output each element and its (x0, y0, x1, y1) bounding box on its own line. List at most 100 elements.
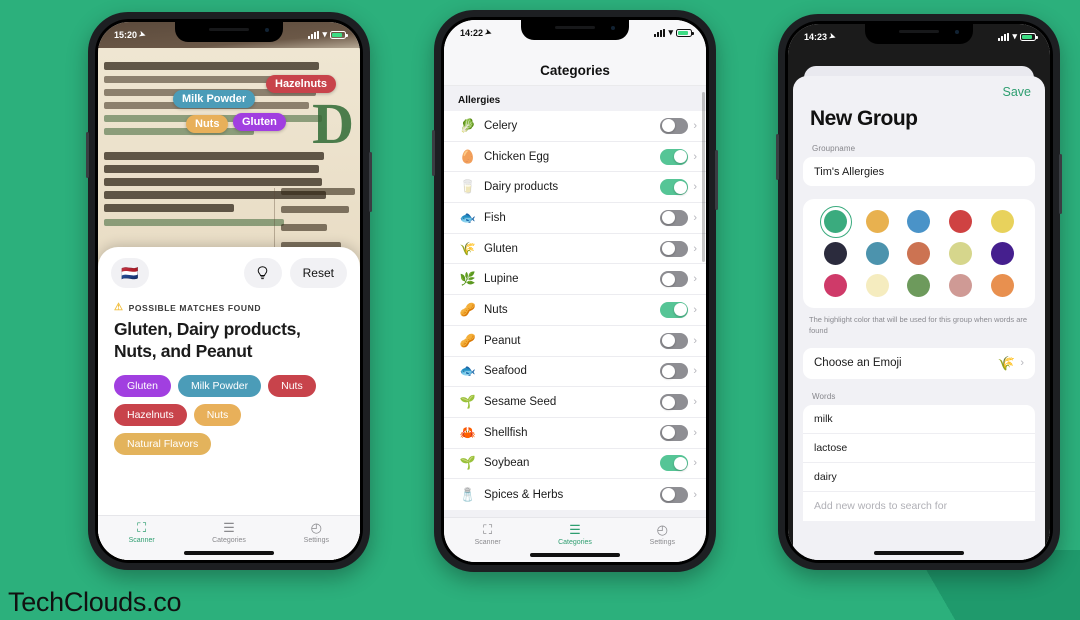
color-swatch[interactable] (819, 205, 852, 238)
chevron-right-icon[interactable]: › (693, 120, 697, 132)
table-row[interactable]: 🌱 Sesame Seed › (444, 387, 706, 418)
table-row[interactable]: 🐟 Fish › (444, 203, 706, 234)
color-swatch[interactable] (865, 242, 889, 265)
notch (865, 24, 973, 44)
match-chip[interactable]: Nuts (268, 374, 316, 397)
chevron-right-icon[interactable]: › (693, 427, 697, 439)
category-toggle[interactable] (660, 424, 689, 441)
scan-icon: ⛶ (483, 522, 493, 537)
category-toggle[interactable] (660, 148, 689, 165)
color-swatch[interactable] (865, 274, 889, 297)
screen-new-group: Save New Group Groupname Tim's Allergies (788, 24, 1050, 560)
table-row[interactable]: 🧂 Spices & Herbs › (444, 479, 706, 510)
lightbulb-icon[interactable] (243, 258, 282, 288)
gear-icon: ◴ (310, 520, 322, 535)
category-toggle[interactable] (660, 240, 689, 257)
table-row[interactable]: 🥛 Dairy products › (444, 172, 706, 204)
color-swatch[interactable] (824, 274, 848, 297)
tab-settings[interactable]: ◴ Settings (273, 520, 360, 545)
color-swatch[interactable] (990, 242, 1014, 265)
category-toggle[interactable] (660, 301, 689, 318)
tab-settings[interactable]: ◴ Settings (619, 523, 706, 547)
table-row[interactable]: 🥜 Nuts › (444, 295, 706, 326)
match-chip[interactable]: Nuts (193, 403, 242, 426)
status-indicators: ▾ (998, 32, 1038, 41)
save-button[interactable]: Save (1003, 85, 1032, 99)
cellular-signal-icon (654, 28, 666, 37)
chevron-right-icon[interactable]: › (693, 489, 697, 501)
chevron-right-icon[interactable]: › (693, 304, 697, 316)
word-row[interactable]: lactose (803, 434, 1035, 463)
status-indicators: ▾ (308, 30, 348, 39)
location-arrow-icon: ➤ (827, 31, 837, 42)
color-swatch[interactable] (907, 210, 931, 233)
table-row[interactable]: 🌿 Lupine › (444, 264, 706, 296)
tab-scanner[interactable]: ⛶ Scanner (98, 521, 185, 545)
netherlands-flag-icon[interactable]: 🇳🇱 (111, 258, 149, 288)
watermark: TechClouds.co (8, 587, 182, 617)
table-row[interactable]: 🥬 Celery › (444, 111, 706, 142)
overlay-tag-gluten[interactable]: Gluten (233, 113, 286, 131)
color-swatch[interactable] (865, 210, 889, 233)
chevron-right-icon[interactable]: › (1020, 357, 1024, 369)
color-swatch[interactable] (824, 242, 848, 265)
add-word-input[interactable]: Add new words to search for (803, 492, 1035, 521)
chevron-right-icon[interactable]: › (693, 151, 697, 163)
table-row[interactable]: 🐟 Seafood › (444, 357, 706, 388)
categories-list[interactable]: Allergies 🥬 Celery › 🥚 Chicken Egg › 🥛 Dairy … (444, 86, 706, 517)
tab-categories[interactable]: ☰ Categories (185, 521, 272, 545)
chevron-right-icon[interactable]: › (693, 273, 697, 285)
table-row[interactable]: 🌱 Soybean › (444, 449, 706, 480)
category-toggle[interactable] (660, 117, 689, 134)
home-indicator (184, 551, 274, 555)
color-swatch[interactable] (990, 210, 1014, 233)
category-toggle[interactable] (660, 209, 689, 226)
category-name: Celery (484, 119, 518, 132)
match-chip[interactable]: Gluten (114, 374, 171, 397)
word-row[interactable]: milk (803, 405, 1035, 434)
groupname-input[interactable]: Tim's Allergies (803, 157, 1035, 186)
category-toggle[interactable] (660, 271, 689, 288)
page-title: New Group (810, 107, 918, 130)
chevron-right-icon[interactable]: › (693, 181, 697, 193)
color-swatch[interactable] (949, 242, 973, 265)
scanner-controls: 🇳🇱 Reset (98, 247, 360, 292)
brand-letter: D (312, 91, 354, 156)
category-emoji: 🧂 (459, 486, 477, 502)
table-row[interactable]: 🥚 Chicken Egg › (444, 142, 706, 173)
chevron-right-icon[interactable]: › (693, 335, 697, 347)
tab-categories[interactable]: ☰ Categories (531, 523, 618, 547)
scrollbar[interactable] (702, 92, 705, 262)
choose-emoji-row[interactable]: Choose an Emoji 🌾 › (803, 347, 1035, 379)
chevron-right-icon[interactable]: › (693, 457, 697, 469)
color-swatch[interactable] (990, 274, 1014, 297)
match-chip[interactable]: Hazelnuts (114, 403, 187, 426)
table-row[interactable]: 🦀 Shellfish › (444, 418, 706, 449)
match-chip[interactable]: Milk Powder (177, 374, 262, 397)
category-toggle[interactable] (660, 332, 689, 349)
reset-button[interactable]: Reset (289, 258, 347, 288)
chevron-right-icon[interactable]: › (693, 396, 697, 408)
match-chip[interactable]: Natural Flavors (114, 432, 212, 455)
color-swatch[interactable] (949, 274, 973, 297)
word-row[interactable]: dairy (803, 463, 1035, 492)
chevron-right-icon[interactable]: › (693, 365, 697, 377)
category-toggle[interactable] (660, 363, 689, 380)
tab-scanner[interactable]: ⛶ Scanner (444, 522, 531, 547)
category-emoji: 🦀 (459, 424, 477, 440)
overlay-tag-hazelnuts[interactable]: Hazelnuts (266, 75, 336, 93)
category-toggle[interactable] (660, 486, 689, 503)
overlay-tag-nuts[interactable]: Nuts (186, 115, 229, 133)
category-toggle[interactable] (660, 394, 689, 411)
chevron-right-icon[interactable]: › (693, 212, 697, 224)
color-swatch[interactable] (907, 274, 931, 297)
category-toggle[interactable] (660, 179, 689, 196)
overlay-tag-milk-powder[interactable]: Milk Powder (173, 90, 256, 108)
category-toggle[interactable] (660, 455, 689, 472)
color-swatch[interactable] (949, 210, 973, 233)
category-name: Seafood (484, 365, 527, 378)
table-row[interactable]: 🌾 Gluten › (444, 234, 706, 265)
color-swatch[interactable] (907, 242, 931, 265)
table-row[interactable]: 🥜 Peanut › (444, 326, 706, 357)
chevron-right-icon[interactable]: › (693, 243, 697, 255)
